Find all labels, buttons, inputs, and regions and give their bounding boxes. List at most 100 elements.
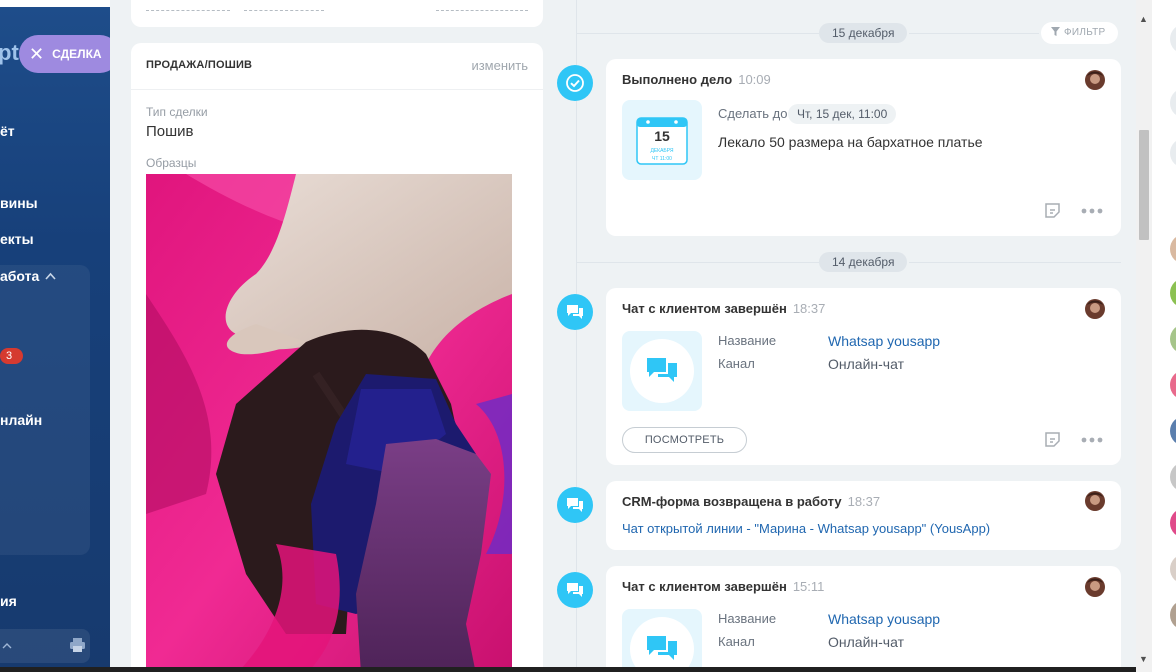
- previous-card-bottom: [131, 0, 543, 27]
- event-title: Выполнено дело 10:09: [622, 72, 771, 87]
- close-icon: ✕: [29, 44, 45, 64]
- avatar[interactable]: [1170, 416, 1176, 446]
- channel-label: Канал: [718, 356, 755, 371]
- sidebar-item-section[interactable]: ия: [0, 593, 17, 609]
- section-title: ПРОДАЖА/ПОШИВ: [146, 59, 253, 71]
- deal-type-label: Тип сделки: [146, 105, 208, 119]
- samples-photo[interactable]: [146, 174, 512, 672]
- chat-event-icon: [557, 572, 593, 608]
- scroll-up-arrow[interactable]: ▲: [1139, 14, 1148, 24]
- panel-button[interactable]: [1170, 24, 1176, 54]
- event-title-text: Выполнено дело: [622, 72, 733, 87]
- avatar[interactable]: [1085, 577, 1105, 597]
- calendar-day: 15: [654, 128, 670, 144]
- scroll-down-arrow[interactable]: ▼: [1139, 654, 1148, 664]
- event-card-task: Выполнено дело 10:09 15 ДЕКАБРЯ ЧТ 11:00 …: [606, 59, 1121, 236]
- avatar[interactable]: [1170, 462, 1176, 492]
- avatar[interactable]: [1085, 70, 1105, 90]
- event-card-crm-form: CRM-форма возвращена в работу 18:37 Чат о…: [606, 481, 1121, 550]
- avatar[interactable]: [1170, 370, 1176, 400]
- filter-button[interactable]: ФИЛЬТР: [1041, 22, 1118, 44]
- task-done-icon: [557, 65, 593, 101]
- event-time: 18:37: [847, 494, 881, 509]
- timeline-column: 15 декабря ФИЛЬТР Выполнено дело 10:09 15…: [557, 0, 1136, 672]
- calendar-time: ЧТ 11:00: [652, 156, 672, 162]
- event-title-text: Чат с клиентом завершён: [622, 579, 787, 594]
- event-time: 10:09: [738, 72, 771, 87]
- taskbar-edge: [0, 667, 1136, 672]
- avatar[interactable]: [1170, 324, 1176, 354]
- sidebar-item-online[interactable]: нлайн: [0, 412, 42, 428]
- chevron-up-icon[interactable]: [2, 642, 12, 649]
- calendar-month: ДЕКАБРЯ: [650, 148, 674, 154]
- panel-button[interactable]: [1170, 88, 1176, 118]
- avatar[interactable]: [1170, 554, 1176, 584]
- event-title: Чат с клиентом завершён 15:11: [622, 579, 824, 594]
- open-line-chat-link[interactable]: Чат открытой линии - "Марина - Whatsap y…: [622, 521, 990, 536]
- avatar[interactable]: [1085, 299, 1105, 319]
- scrollbar-track[interactable]: [1136, 0, 1152, 672]
- samples-label: Образцы: [146, 156, 197, 170]
- channel-value: Онлайн-чат: [828, 356, 904, 372]
- chat-icon: [567, 305, 583, 319]
- fabric-samples-image: [146, 174, 512, 672]
- note-icon[interactable]: [1044, 431, 1061, 448]
- deal-details-column: ПРОДАЖА/ПОШИВ изменить Тип сделки Пошив …: [110, 0, 576, 672]
- more-icon[interactable]: [1081, 437, 1103, 443]
- deal-button-label: СДЕЛКА: [52, 47, 102, 61]
- event-time: 15:11: [792, 579, 825, 594]
- avatar[interactable]: [1170, 600, 1176, 630]
- due-label: Сделать до: [718, 106, 788, 121]
- event-actions: [1044, 202, 1103, 219]
- chat-icon-box: [622, 331, 702, 411]
- chat-event-icon: [557, 294, 593, 330]
- chat-icon: [647, 636, 677, 660]
- sidebar-submenu: [0, 265, 90, 555]
- left-sidebar: pt ✕ СДЕЛКА ёт вины екты абота 3 нлайн и…: [0, 7, 110, 672]
- avatar[interactable]: [1170, 508, 1176, 538]
- event-actions: [1044, 431, 1103, 448]
- chat-icon: [567, 498, 583, 512]
- event-title-text: Чат с клиентом завершён: [622, 301, 787, 316]
- deal-close-button[interactable]: ✕ СДЕЛКА: [19, 35, 110, 73]
- scrollbar-thumb[interactable]: [1139, 130, 1149, 240]
- sidebar-item-report[interactable]: ёт: [0, 123, 15, 139]
- event-time: 18:37: [792, 301, 826, 316]
- avatar[interactable]: [1085, 491, 1105, 511]
- chat-icon: [567, 583, 583, 597]
- sidebar-bottom-panel: [0, 629, 90, 663]
- more-icon[interactable]: [1081, 208, 1103, 214]
- calendar-icon-box: 15 ДЕКАБРЯ ЧТ 11:00: [622, 100, 702, 180]
- sidebar-item-work-label: абота: [0, 268, 40, 284]
- chat-icon: [647, 358, 677, 382]
- right-quick-panel: [1152, 0, 1176, 672]
- sidebar-item-projects[interactable]: екты: [0, 231, 34, 247]
- chat-icon-box: [622, 609, 702, 672]
- chat-event-icon: [557, 487, 593, 523]
- due-date-badge: Чт, 15 дек, 11:00: [788, 104, 897, 124]
- note-icon[interactable]: [1044, 202, 1061, 219]
- channel-label: Канал: [718, 634, 755, 649]
- avatar[interactable]: [1170, 278, 1176, 308]
- avatar[interactable]: [1170, 234, 1176, 264]
- channel-value: Онлайн-чат: [828, 634, 904, 650]
- event-title: Чат с клиентом завершён 18:37: [622, 301, 825, 316]
- event-title-text: CRM-форма возвращена в работу: [622, 494, 842, 509]
- task-description: Лекало 50 размера на бархатное платье: [718, 134, 983, 150]
- sidebar-item-work[interactable]: абота: [0, 268, 56, 284]
- logo-fragment: pt: [0, 40, 19, 65]
- change-link[interactable]: изменить: [471, 58, 528, 73]
- name-value-link[interactable]: Whatsap yousapp: [828, 333, 940, 349]
- name-label: Название: [718, 333, 777, 348]
- deal-type-value[interactable]: Пошив: [146, 123, 194, 140]
- filter-icon: [1051, 27, 1060, 36]
- sale-section-card: ПРОДАЖА/ПОШИВ изменить Тип сделки Пошив …: [131, 43, 543, 672]
- view-button[interactable]: ПОСМОТРЕТЬ: [622, 427, 747, 453]
- print-icon[interactable]: [69, 637, 86, 653]
- name-value-link[interactable]: Whatsap yousapp: [828, 611, 940, 627]
- panel-button[interactable]: [1170, 138, 1176, 168]
- check-icon: [566, 74, 584, 92]
- sidebar-item-shops[interactable]: вины: [0, 195, 38, 211]
- event-title: CRM-форма возвращена в работу 18:37: [622, 494, 880, 509]
- event-card-chat: Чат с клиентом завершён 15:11 Название Wh…: [606, 566, 1121, 672]
